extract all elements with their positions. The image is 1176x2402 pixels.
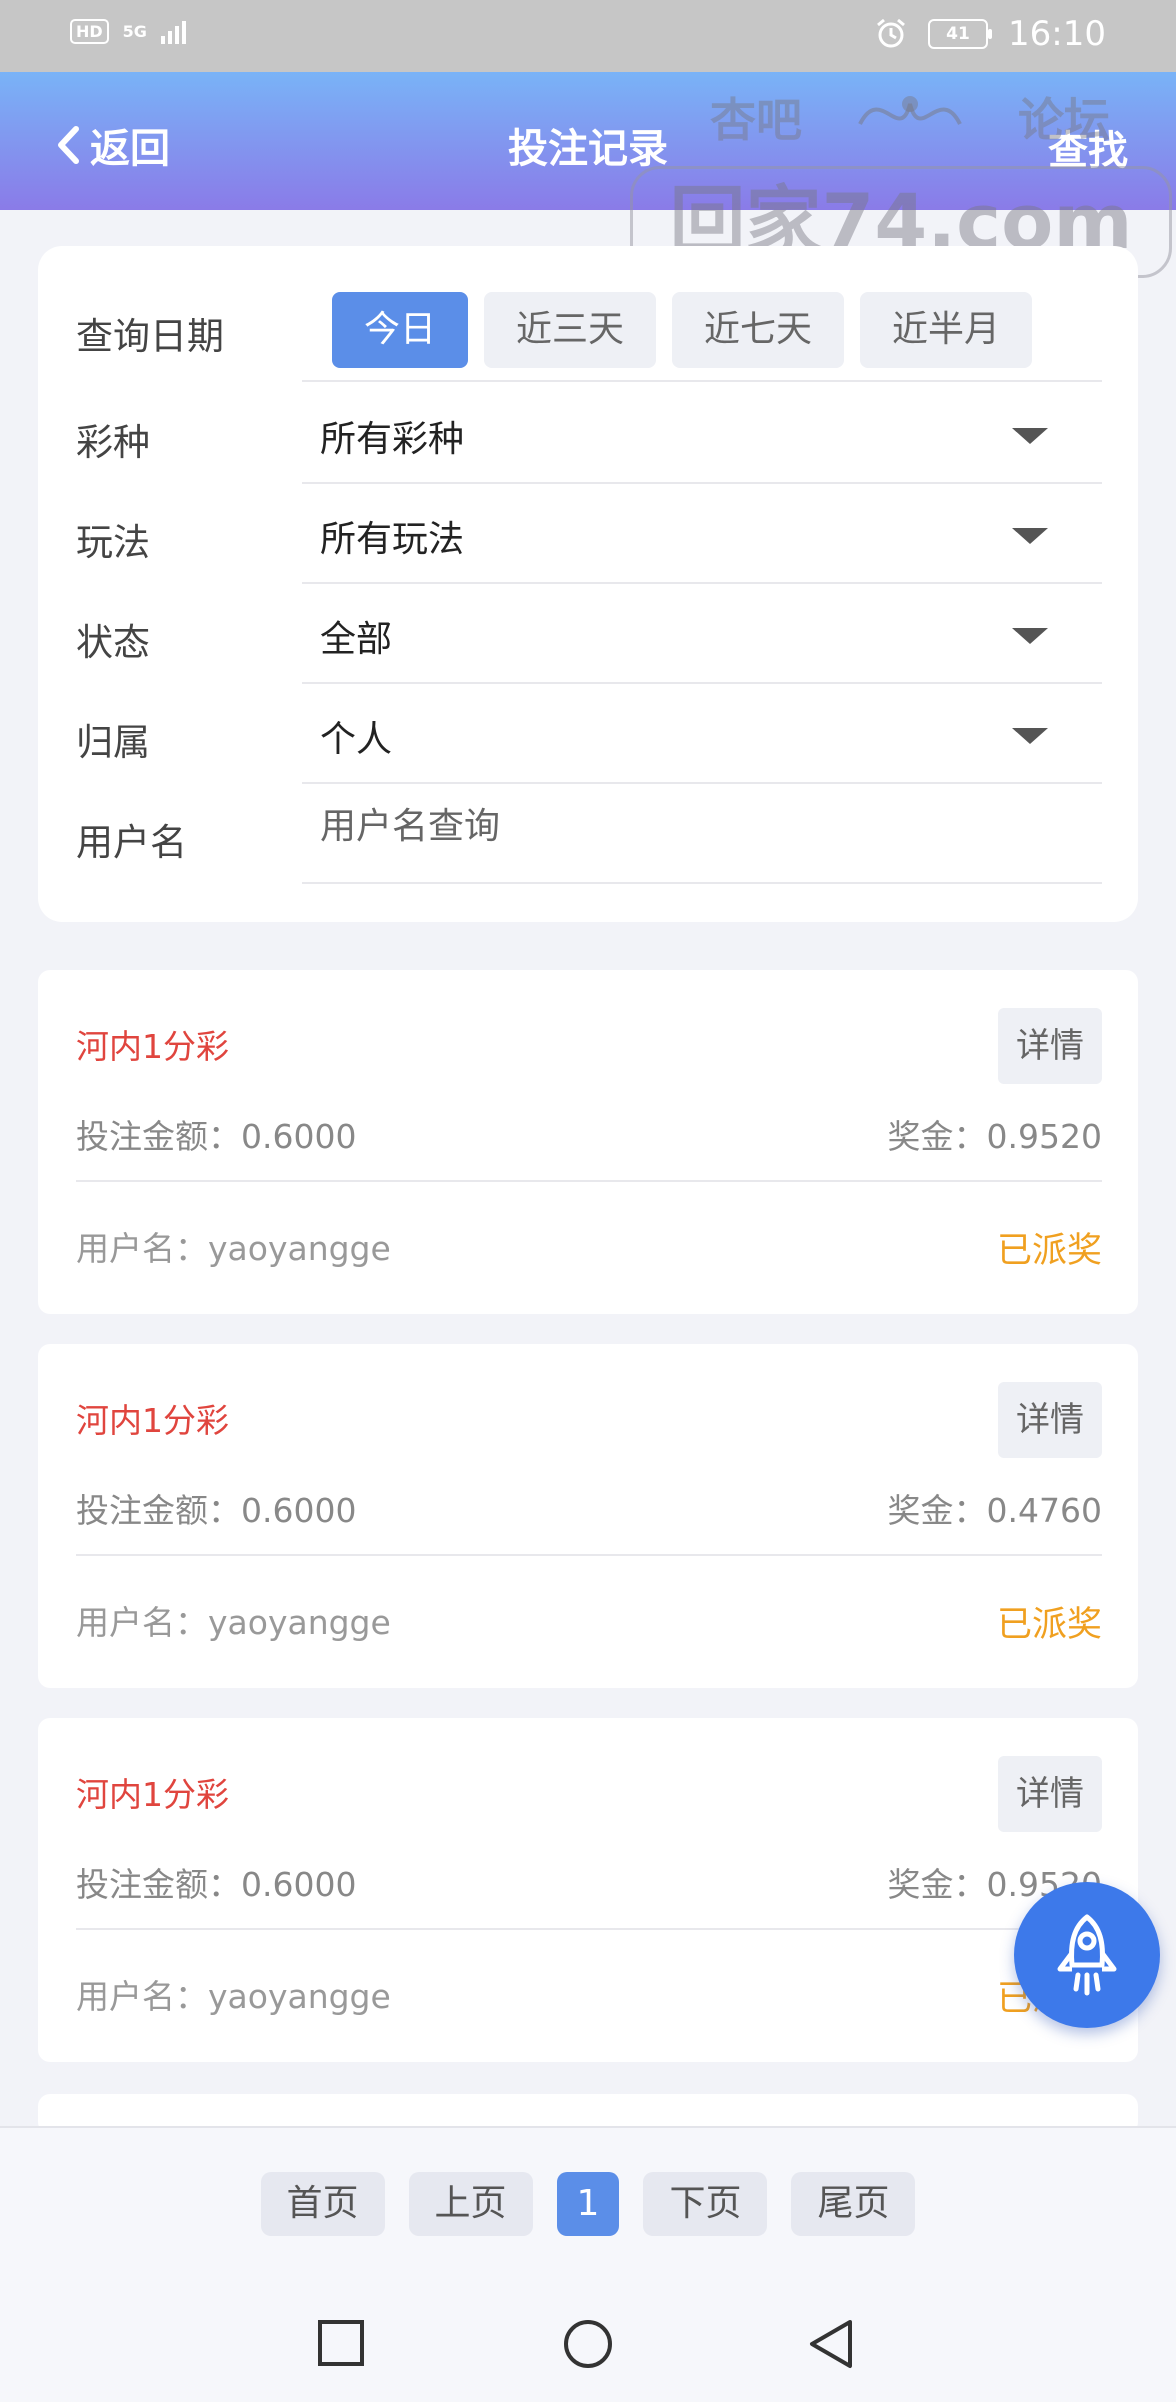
first-page-button[interactable]: 首页 [260,2172,385,2236]
record-lottery-name: 河内1分彩 [76,1775,229,1814]
owner-select-value: 个人 [320,719,393,760]
caret-down-icon [1012,428,1048,444]
lottery-select-value: 所有彩种 [320,419,465,460]
owner-select[interactable]: 个人 [302,682,1102,784]
system-navigation-bar [0,2290,1176,2390]
record-status: 已派奖 [996,1605,1102,1645]
date-option-3days[interactable]: 近三天 [484,292,657,368]
divider [76,1928,1102,1930]
username-filter-row: 用户名 [38,782,1138,884]
next-page-button[interactable]: 下页 [643,2172,768,2236]
username-field-wrap [302,782,1102,884]
record-detail-button[interactable]: 详情 [998,1008,1102,1084]
record-bet-amount: 投注金额：0.6000 [76,1117,357,1156]
caret-down-icon [1012,528,1048,544]
back-triangle-icon[interactable] [806,2318,856,2370]
date-filter-row: 查询日期 今日 近三天 近七天 近半月 [38,246,1138,382]
date-option-halfmonth[interactable]: 近半月 [860,292,1033,368]
record-detail-button[interactable]: 详情 [998,1382,1102,1458]
play-filter-row: 玩法 所有玩法 [38,482,1138,584]
record-card: 河内1分彩 详情 投注金额：0.6000 奖金：0.9520 用户名：yaoya… [38,1718,1138,2062]
record-detail-button[interactable]: 详情 [998,1756,1102,1832]
prev-page-button[interactable]: 上页 [408,2172,533,2236]
battery-icon: 41 [928,19,993,49]
app-header: 返回 投注记录 查找 [0,72,1176,210]
owner-filter-label: 归属 [76,721,150,764]
date-filter-label: 查询日期 [76,315,224,358]
status-select-value: 全部 [320,619,393,660]
lottery-filter-label: 彩种 [76,421,150,464]
status-filter-label: 状态 [76,621,150,664]
divider [76,1180,1102,1182]
caret-down-icon [1012,728,1048,744]
recents-square-icon[interactable] [316,2318,366,2368]
play-select-value: 所有玩法 [320,519,465,560]
divider [76,1554,1102,1556]
record-username: 用户名：yaoyangge [76,1977,391,2016]
record-bet-amount: 投注金额：0.6000 [76,1865,357,1904]
current-page-button[interactable]: 1 [556,2172,620,2236]
record-lottery-name: 河内1分彩 [76,1401,229,1440]
lottery-filter-row: 彩种 所有彩种 [38,382,1138,484]
date-option-7days[interactable]: 近七天 [672,292,845,368]
play-filter-label: 玩法 [76,521,150,564]
username-filter-label: 用户名 [76,821,187,864]
date-option-group: 今日 近三天 近七天 近半月 [332,292,1033,368]
record-prize: 奖金：0.4760 [887,1491,1102,1530]
page-title: 投注记录 [508,126,668,172]
record-prize: 奖金：0.9520 [887,1117,1102,1156]
lottery-select[interactable]: 所有彩种 [302,382,1102,484]
status-select[interactable]: 全部 [302,582,1102,684]
network-label: 5G [122,21,147,41]
alarm-icon [877,18,905,48]
caret-down-icon [1012,628,1048,644]
status-time: 16:10 [1008,14,1106,54]
home-circle-icon[interactable] [562,2318,614,2370]
record-status: 已派奖 [996,1231,1102,1271]
status-filter-row: 状态 全部 [38,582,1138,684]
rocket-fab-button[interactable] [1014,1882,1160,2028]
status-bar-left: HD 5G [70,18,186,44]
record-card: 河内1分彩 详情 投注金额：0.6000 奖金：0.4760 用户名：yaoya… [38,1344,1138,1688]
username-input[interactable] [320,806,1020,847]
pagination-buttons: 首页 上页 1 下页 尾页 [0,2172,1176,2236]
signal-icon [160,18,186,44]
play-select[interactable]: 所有玩法 [302,482,1102,584]
owner-filter-row: 归属 个人 [38,682,1138,784]
record-username: 用户名：yaoyangge [76,1229,391,1268]
search-button[interactable]: 查找 [1048,118,1128,176]
record-card: 河内1分彩 详情 投注金额：0.6000 奖金：0.9520 用户名：yaoya… [38,970,1138,1314]
filter-card: 查询日期 今日 近三天 近七天 近半月 彩种 所有彩种 玩法 所有玩法 状态 全… [38,246,1138,922]
date-option-today[interactable]: 今日 [332,292,469,368]
record-bet-amount: 投注金额：0.6000 [76,1491,357,1530]
status-bar-right: 41 16:10 [874,14,1106,54]
last-page-button[interactable]: 尾页 [791,2172,916,2236]
status-bar: HD 5G 41 16:10 [0,0,1176,72]
record-lottery-name: 河内1分彩 [76,1027,229,1066]
hd-badge: HD [70,18,109,44]
record-username: 用户名：yaoyangge [76,1603,391,1642]
rocket-icon [1057,1914,1117,1996]
